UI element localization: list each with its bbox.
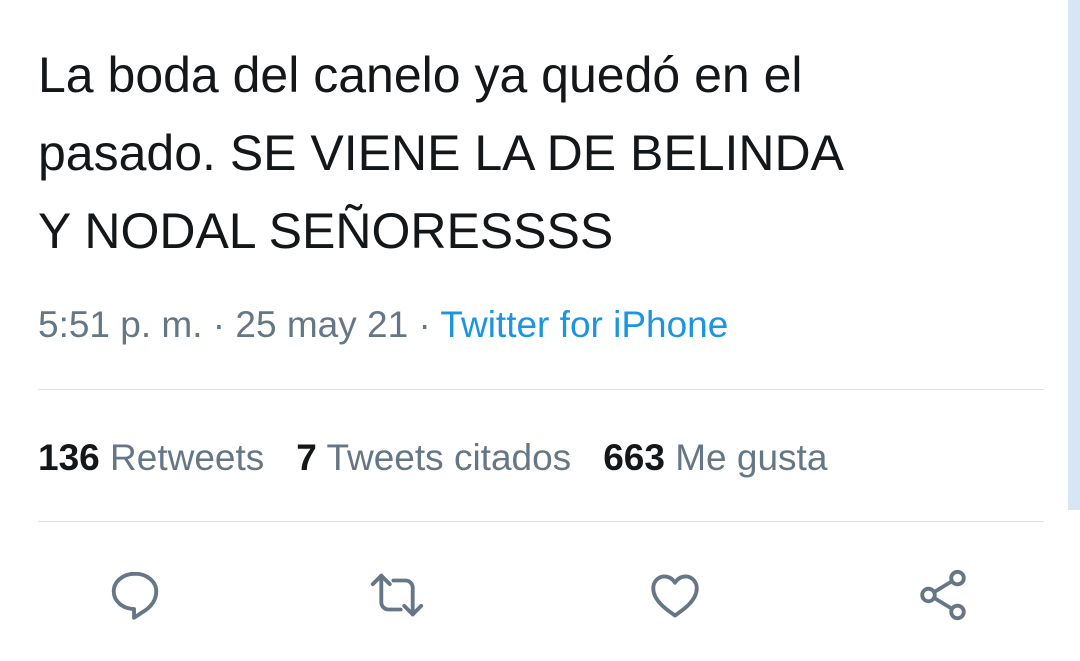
tweet-text: La boda del canelo ya quedó en el pasado… xyxy=(38,47,844,259)
reply-icon xyxy=(111,571,159,620)
retweet-icon xyxy=(370,573,424,617)
divider xyxy=(38,521,1044,522)
retweets-stat[interactable]: 136 Retweets xyxy=(38,437,264,478)
tweet-time[interactable]: 5:51 p. m. xyxy=(38,304,203,345)
like-button[interactable] xyxy=(640,560,710,630)
scroll-indicator xyxy=(1068,0,1080,510)
share-icon xyxy=(920,569,966,621)
likes-label: Me gusta xyxy=(675,437,828,478)
tweet-stats: 136 Retweets 7 Tweets citados 663 Me gusta xyxy=(38,433,859,483)
quotes-count: 7 xyxy=(296,437,317,478)
quotes-stat[interactable]: 7 Tweets citados xyxy=(296,437,571,478)
separator: · xyxy=(408,304,441,345)
likes-count: 663 xyxy=(603,437,665,478)
retweet-button[interactable] xyxy=(362,560,432,630)
like-icon xyxy=(651,574,699,618)
reply-button[interactable] xyxy=(100,560,170,630)
tweet-metadata: 5:51 p. m. · 25 may 21 · Twitter for iPh… xyxy=(38,300,728,350)
quotes-label: Tweets citados xyxy=(326,437,572,478)
separator: · xyxy=(202,304,236,345)
likes-stat[interactable]: 663 Me gusta xyxy=(603,437,827,478)
tweet-source-link[interactable]: Twitter for iPhone xyxy=(440,304,728,345)
tweet-actions xyxy=(0,560,1080,630)
divider xyxy=(38,389,1044,390)
tweet-date[interactable]: 25 may 21 xyxy=(235,304,408,345)
retweets-label: Retweets xyxy=(110,437,265,478)
share-button[interactable] xyxy=(908,560,978,630)
retweets-count: 136 xyxy=(38,437,100,478)
